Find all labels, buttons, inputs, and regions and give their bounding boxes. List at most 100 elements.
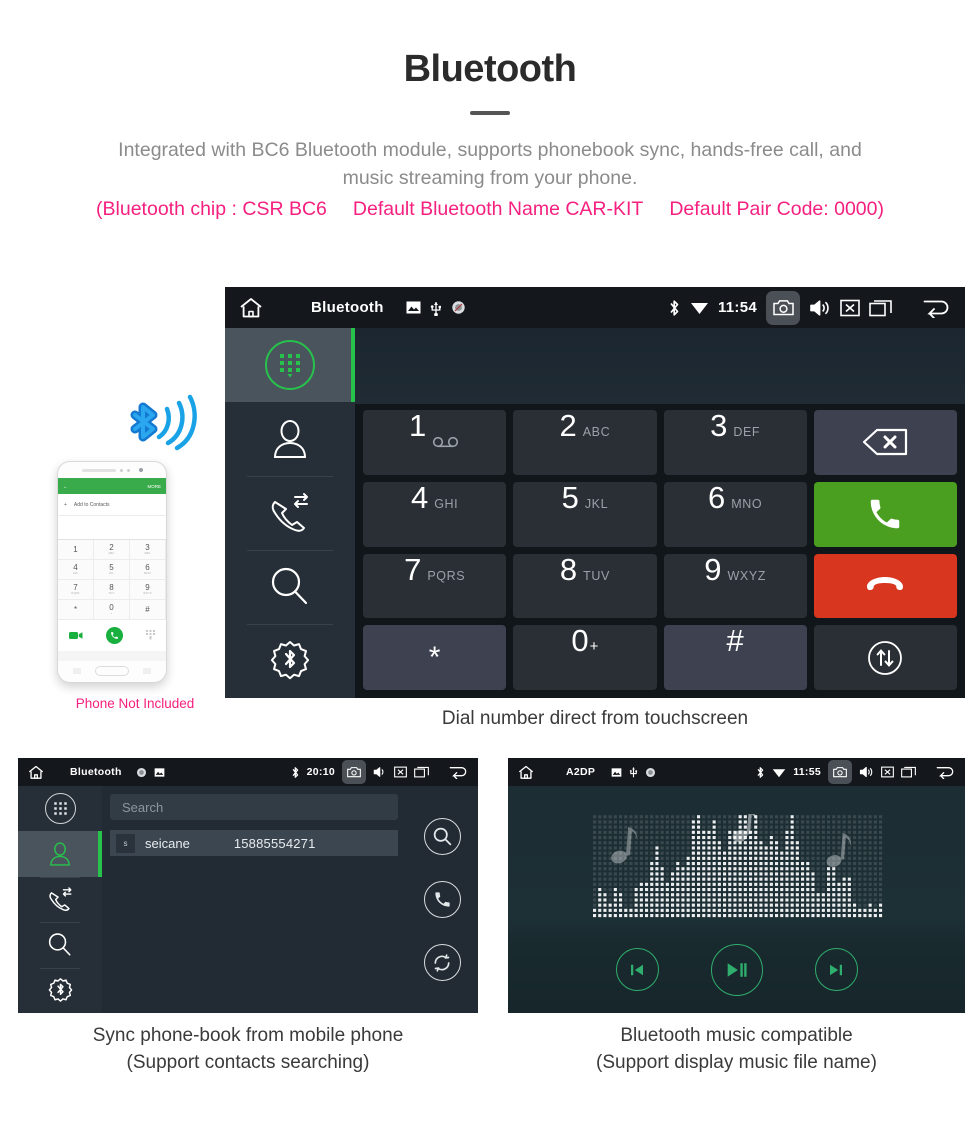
camera-icon[interactable] — [342, 760, 366, 784]
phone-key-letters: TUV — [108, 592, 115, 595]
phone-key: 6 MNO — [130, 560, 166, 580]
backspace-icon — [863, 429, 908, 456]
sync-contacts-button[interactable] — [423, 944, 461, 981]
phone-key: 0 + — [94, 600, 130, 620]
phone-key: 5 JKL — [94, 560, 130, 580]
back-icon[interactable] — [921, 298, 951, 318]
key-2[interactable]: 2 ABC — [513, 410, 657, 475]
key-digit: 3 — [710, 408, 728, 443]
page-subtitle: Integrated with BC6 Bluetooth module, su… — [0, 137, 980, 192]
phone-keypad-toggle-icon — [145, 630, 155, 641]
phone-key: # — [130, 600, 166, 620]
recents-icon[interactable] — [414, 766, 429, 778]
sdcard-icon — [611, 767, 622, 777]
search-input[interactable]: Search — [110, 794, 398, 820]
key-6[interactable]: 6 MNO — [663, 481, 807, 547]
phone-key-digit: 7 — [73, 583, 78, 592]
close-icon[interactable] — [881, 766, 894, 778]
phone-key-digit: 0 — [109, 603, 114, 612]
key-9[interactable]: 9 WXYZ — [663, 553, 807, 619]
sync-icon — [432, 953, 452, 973]
wifi-icon — [772, 767, 786, 778]
key-0[interactable]: 0 + — [513, 623, 657, 690]
sidebar-item-contacts[interactable] — [225, 402, 355, 476]
search-contacts-button[interactable] — [423, 818, 461, 855]
sidebar-item-bt-settings[interactable] — [18, 967, 102, 1013]
phone-key-digit: 9 — [145, 583, 150, 592]
play-pause-button[interactable] — [710, 944, 763, 996]
mute-icon — [645, 767, 656, 778]
back-icon[interactable] — [935, 765, 955, 779]
recents-icon[interactable] — [901, 766, 916, 778]
contacts-list: Search s seicane 15885554271 — [102, 786, 406, 1013]
key-3[interactable]: 3 DEF — [663, 408, 807, 475]
volume-icon[interactable] — [859, 766, 874, 778]
key-digit: 0 — [571, 623, 589, 659]
sidebar-item-search[interactable] — [225, 550, 355, 624]
key-4[interactable]: 4 GHI — [363, 481, 507, 547]
sidebar-item-bt-settings[interactable] — [225, 624, 355, 698]
key-star[interactable]: * — [363, 625, 507, 690]
phone-key: 2 ABC — [94, 540, 130, 560]
music-body — [508, 786, 965, 1013]
title-divider — [470, 111, 510, 115]
call-icon — [871, 499, 900, 529]
sidebar-item-search[interactable] — [18, 922, 102, 967]
close-icon[interactable] — [394, 766, 407, 778]
phone-key-letters: ABC — [108, 552, 115, 555]
sidebar-item-call-history[interactable] — [18, 876, 102, 922]
dialer-clock: 11:54 — [717, 299, 757, 316]
camera-icon[interactable] — [766, 290, 800, 325]
page-title: Bluetooth — [403, 48, 577, 90]
contact-row[interactable]: s seicane 15885554271 — [110, 830, 398, 856]
close-icon[interactable] — [840, 299, 860, 317]
home-icon[interactable] — [518, 765, 534, 780]
transfer-audio-icon[interactable] — [813, 625, 957, 690]
phone-key-digit: 2 — [109, 543, 114, 552]
contacts-icon — [267, 416, 313, 462]
phone-number-input — [58, 516, 166, 540]
key-hash[interactable]: # — [663, 625, 807, 690]
voicemail-icon — [433, 437, 459, 448]
bluetooth-icon — [291, 766, 300, 779]
call-history-icon — [46, 886, 75, 913]
backspace-icon[interactable] — [813, 410, 957, 475]
phone-not-included-note: Phone Not Included — [75, 696, 195, 711]
previous-track-button[interactable] — [615, 948, 659, 991]
wifi-icon — [690, 300, 709, 315]
previous-icon — [628, 961, 646, 979]
dialed-number-display[interactable] — [355, 328, 965, 404]
back-icon[interactable] — [448, 765, 468, 779]
phone-device: ← MORE + Add to Contacts 1 2 ABC 3 DEF 4 GHI 5 J… — [57, 461, 167, 683]
sidebar-item-call-history[interactable] — [225, 476, 355, 550]
home-icon[interactable] — [239, 297, 263, 319]
call-contact-button[interactable] — [423, 881, 461, 918]
phonebook-caption-line-1: Sync phone-book from mobile phone — [92, 1025, 404, 1046]
sidebar-item-dialpad[interactable] — [225, 328, 355, 402]
call-icon[interactable] — [813, 481, 957, 547]
phone-mockup: ← MORE + Add to Contacts 1 2 ABC 3 DEF 4 GHI 5 J… — [45, 393, 225, 733]
hangup-icon[interactable] — [813, 553, 957, 619]
phone-back-icon: ← — [63, 483, 68, 489]
camera-icon[interactable] — [828, 760, 852, 784]
phonebook-status-bar: Bluetooth 20:10 — [18, 758, 478, 786]
phone-key-digit: 6 — [145, 563, 150, 572]
sidebar-item-dialpad[interactable] — [18, 786, 102, 831]
phonebook-caption: Sync phone-book from mobile phone (Suppo… — [18, 1023, 478, 1077]
recents-icon[interactable] — [869, 299, 892, 317]
key-letters: DEF — [733, 425, 761, 439]
key-1[interactable]: 1 — [363, 410, 507, 475]
volume-icon[interactable] — [809, 299, 831, 317]
home-icon[interactable] — [28, 765, 44, 780]
key-plus: + — [589, 638, 599, 656]
key-5[interactable]: 5 JKL — [513, 481, 657, 547]
key-7[interactable]: 7 PQRS — [363, 553, 507, 619]
next-track-button[interactable] — [814, 948, 858, 991]
phone-key-digit: # — [145, 604, 150, 614]
key-digit: * — [428, 640, 441, 674]
key-8[interactable]: 8 TUV — [513, 553, 657, 619]
sidebar-item-contacts[interactable] — [18, 831, 102, 878]
music-transport-controls — [508, 944, 965, 996]
volume-icon[interactable] — [373, 766, 387, 778]
phone-earpiece — [58, 462, 166, 478]
